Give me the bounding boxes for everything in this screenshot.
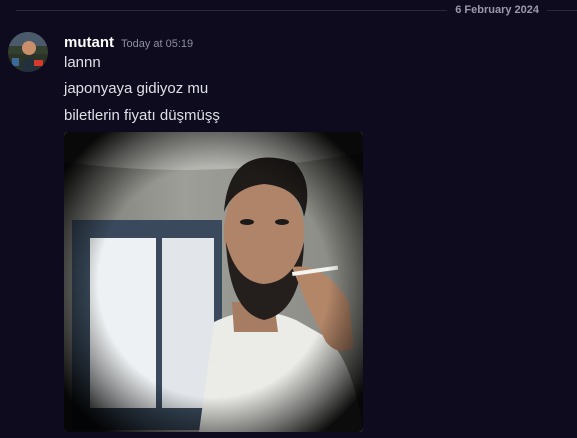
message-line: japonyaya gidiyoz mu <box>64 80 209 97</box>
message-line: biletlerin fiyatı düşmüşş <box>64 107 220 124</box>
date-divider-label: 6 February 2024 <box>447 3 547 17</box>
user-avatar-icon <box>8 32 48 72</box>
message-author[interactable]: mutant <box>64 34 114 51</box>
message-header: mutant Today at 05:19 <box>64 34 193 51</box>
message-line: lannn <box>64 54 101 71</box>
video-attachment[interactable] <box>64 132 363 432</box>
avatar[interactable] <box>8 32 48 72</box>
video-thumbnail-icon <box>64 132 363 432</box>
message-timestamp[interactable]: Today at 05:19 <box>121 38 193 50</box>
